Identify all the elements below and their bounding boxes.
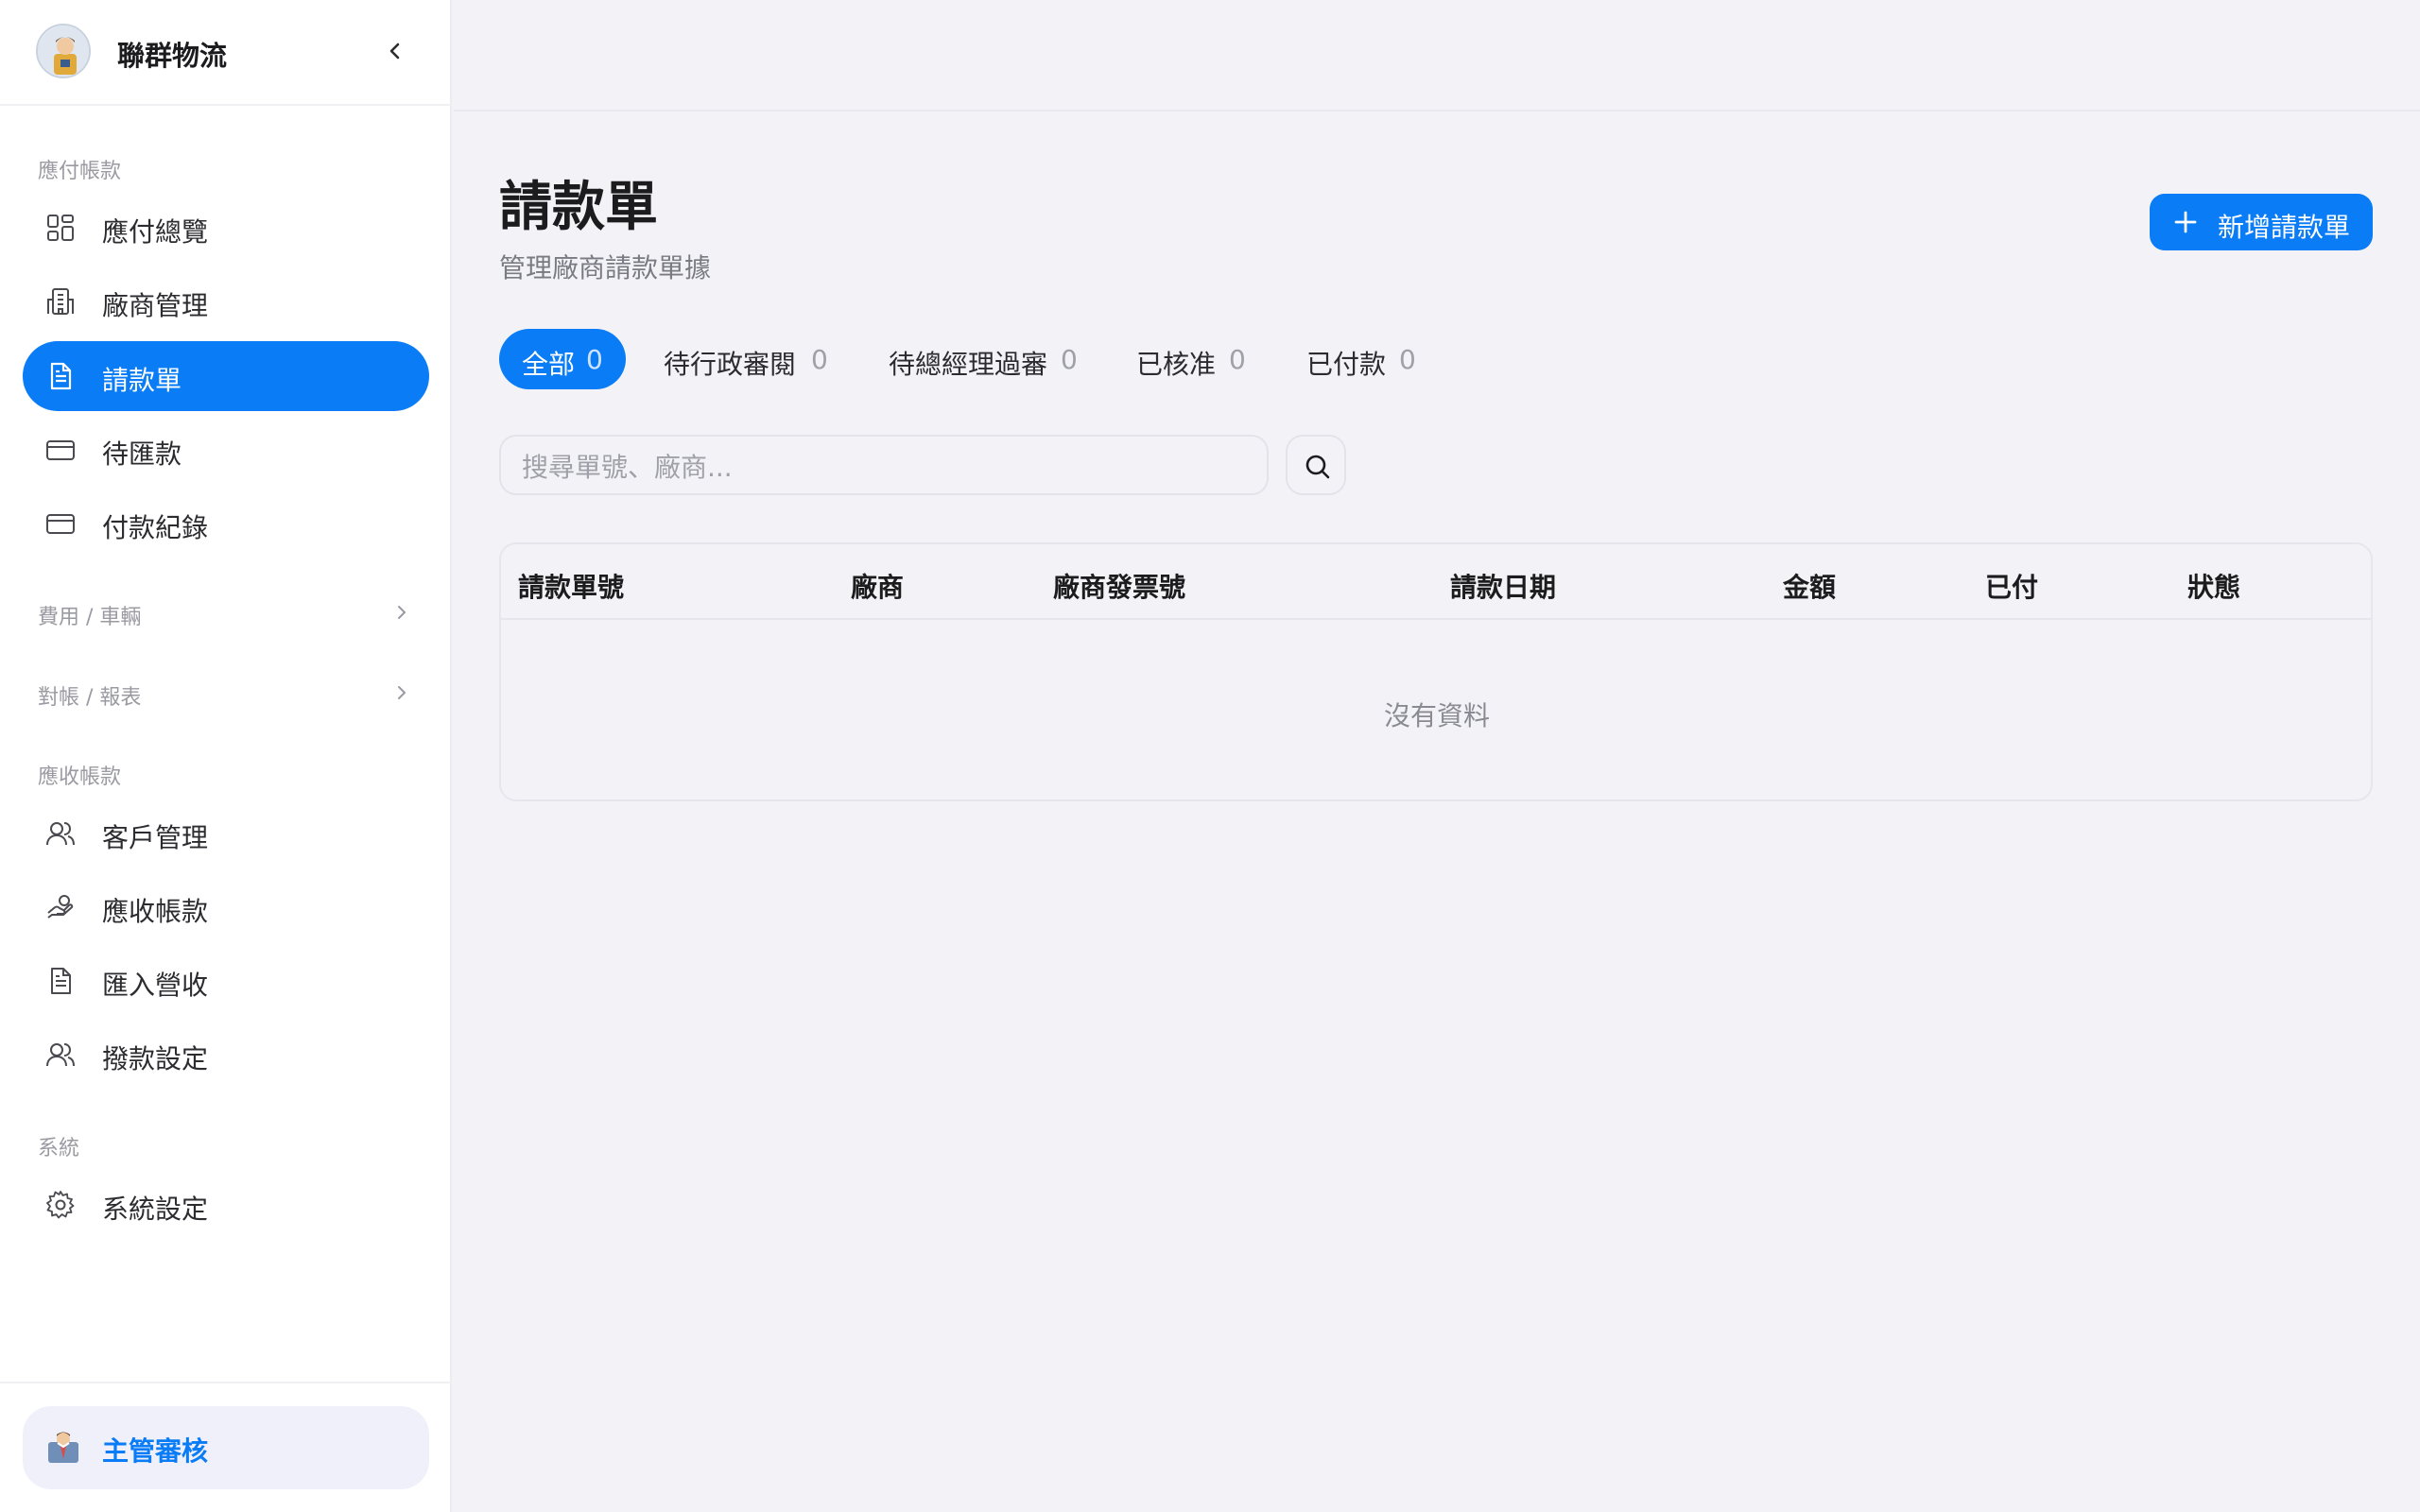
- sidebar-item-system-settings[interactable]: 系統設定: [23, 1170, 429, 1240]
- section-toggle-expenses[interactable]: 費用 / 車輛: [38, 593, 416, 630]
- sidebar-item-receivables[interactable]: 應收帳款: [23, 872, 429, 942]
- page-subtitle: 管理廠商請款單據: [499, 252, 712, 284]
- sidebar: 聯群物流 應付帳款 應付總覽 廠商管理 請款單 待匯款 付款紀錄 費用 / 車輛…: [0, 0, 452, 1512]
- search-icon: [1305, 455, 1330, 479]
- sidebar-item-label: 應付總覽: [102, 216, 209, 248]
- sidebar-item-vendors[interactable]: 廠商管理: [23, 266, 429, 336]
- credit-card-icon: [46, 440, 75, 460]
- chevron-left-icon: [389, 43, 400, 60]
- brand-header: 聯群物流: [0, 0, 452, 106]
- sidebar-item-customers[interactable]: 客戶管理: [23, 799, 429, 868]
- sidebar-item-label: 請款單: [102, 365, 182, 396]
- tab-approved[interactable]: 已核准 0: [1115, 329, 1261, 389]
- add-button-label: 新增請款單: [2218, 213, 2351, 242]
- column-header-vendor-invoice-no[interactable]: 廠商發票號: [1053, 567, 1185, 605]
- tab-label: 已付款: [1306, 349, 1387, 380]
- tab-count: 0: [811, 344, 828, 375]
- tab-label: 待行政審閱: [664, 349, 797, 380]
- company-logo-avatar: [36, 24, 91, 78]
- column-header-status[interactable]: 狀態: [2187, 567, 2240, 605]
- sidebar-item-label: 廠商管理: [102, 290, 209, 321]
- top-bar: [454, 0, 2420, 112]
- sidebar-footer-divider: [0, 1382, 452, 1383]
- search-box: [499, 435, 1269, 495]
- sidebar-item-label: 應收帳款: [102, 896, 209, 927]
- sidebar-item-label: 客戶管理: [102, 822, 209, 853]
- empty-state-text: 沒有資料: [1383, 700, 1490, 731]
- document-icon: [50, 362, 72, 390]
- search-button[interactable]: [1286, 435, 1346, 495]
- column-header-amount[interactable]: 金額: [1783, 567, 1836, 605]
- add-payment-request-button[interactable]: 新增請款單: [2150, 194, 2373, 250]
- sidebar-item-label: 匯入營收: [102, 970, 209, 1001]
- sidebar-item-payables-overview[interactable]: 應付總覽: [23, 193, 429, 263]
- page-title: 請款單: [499, 177, 658, 238]
- tab-pending-gm-approval[interactable]: 待總經理過審 0: [868, 329, 1089, 389]
- section-label-system: 系統: [38, 1137, 80, 1160]
- tab-count: 0: [586, 344, 603, 375]
- role-switch-button[interactable]: 主管審核: [23, 1406, 429, 1489]
- document-icon: [51, 968, 71, 994]
- sidebar-item-import-revenue[interactable]: 匯入營收: [23, 946, 429, 1016]
- tab-label: 待總經理過審: [889, 349, 1048, 380]
- tab-label: 全部: [522, 349, 576, 380]
- role-label: 主管審核: [102, 1435, 209, 1467]
- users-icon: [46, 1043, 75, 1067]
- section-label-expenses: 費用 / 車輛: [38, 606, 142, 629]
- sidebar-item-label: 系統設定: [102, 1194, 209, 1225]
- column-header-paid[interactable]: 已付: [1985, 567, 2038, 605]
- building-icon: [47, 288, 74, 315]
- gear-icon: [46, 1191, 75, 1219]
- credit-card-icon: [46, 514, 75, 534]
- sidebar-item-disbursement-settings[interactable]: 撥款設定: [23, 1020, 429, 1090]
- column-header-request-no[interactable]: 請款單號: [518, 567, 624, 605]
- chevron-right-icon: [398, 606, 406, 619]
- column-header-vendor[interactable]: 廠商: [851, 567, 904, 605]
- section-toggle-reconciliation[interactable]: 對帳 / 報表: [38, 673, 416, 711]
- dashboard-grid-icon: [47, 215, 74, 241]
- tab-count: 0: [1061, 344, 1078, 375]
- company-name: 聯群物流: [117, 40, 228, 72]
- sidebar-item-pending-remittance[interactable]: 待匯款: [23, 415, 429, 485]
- tab-all[interactable]: 全部 0: [499, 329, 626, 389]
- collapse-sidebar-button[interactable]: [378, 34, 412, 68]
- plus-icon: [2174, 211, 2197, 233]
- users-icon: [46, 822, 75, 846]
- search-input[interactable]: [522, 448, 1250, 486]
- section-label-receivables: 應收帳款: [38, 765, 122, 789]
- sidebar-item-label: 待匯款: [102, 438, 182, 470]
- sidebar-item-label: 撥款設定: [102, 1043, 209, 1074]
- column-header-request-date[interactable]: 請款日期: [1450, 567, 1556, 605]
- sidebar-item-payment-records[interactable]: 付款紀錄: [23, 489, 429, 558]
- manager-emoji-icon: [48, 1432, 78, 1463]
- sidebar-item-payment-requests[interactable]: 請款單: [23, 341, 429, 411]
- sidebar-item-label: 付款紀錄: [102, 512, 209, 543]
- section-label-reconciliation: 對帳 / 報表: [38, 686, 142, 710]
- hand-coin-icon: [47, 895, 74, 919]
- tab-label: 已核准: [1136, 349, 1217, 380]
- tab-count: 0: [1399, 344, 1416, 375]
- chevron-right-icon: [398, 686, 406, 699]
- section-label-payables: 應付帳款: [38, 160, 122, 183]
- payment-requests-table: 請款單號 廠商 廠商發票號 請款日期 金額 已付 狀態 沒有資料: [499, 542, 2373, 801]
- table-header: 請款單號 廠商 廠商發票號 請款日期 金額 已付 狀態: [501, 544, 2371, 620]
- tab-paid[interactable]: 已付款 0: [1286, 329, 1431, 389]
- tab-count: 0: [1229, 344, 1246, 375]
- tab-pending-admin-review[interactable]: 待行政審閱 0: [643, 329, 841, 389]
